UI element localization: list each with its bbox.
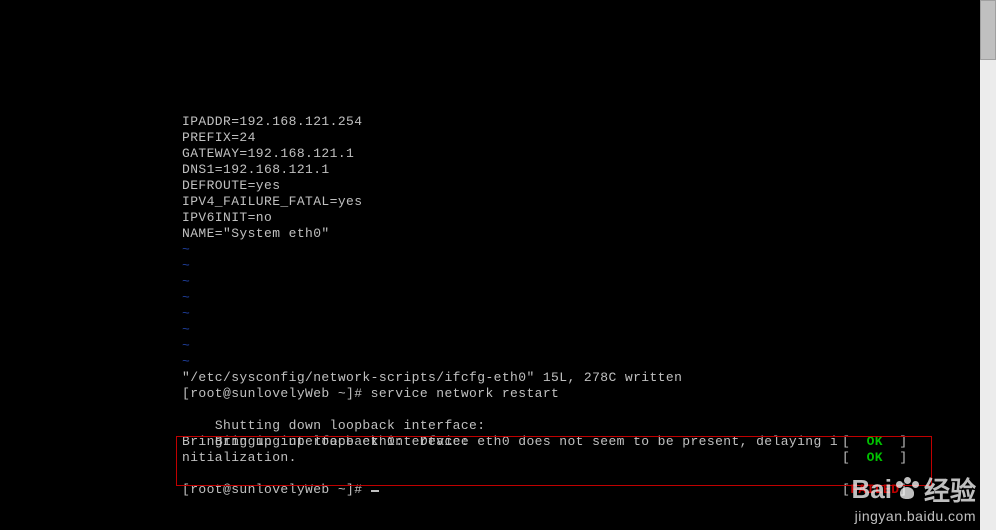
vim-empty-line: ~	[182, 354, 980, 370]
vim-empty-line: ~	[182, 322, 980, 338]
status-ok: [ OK ]	[842, 434, 908, 450]
cfg-ipv6init: IPV6INIT=no	[182, 210, 980, 226]
cfg-name: NAME="System eth0"	[182, 226, 980, 242]
vim-empty-line: ~	[182, 290, 980, 306]
vim-empty-line: ~	[182, 338, 980, 354]
vim-write-status: "/etc/sysconfig/network-scripts/ifcfg-et…	[182, 370, 980, 386]
svc-msg: Bringing up loopback interface:	[215, 434, 469, 449]
svc-line-up-lo: Bringing up loopback interface: [ OK ]	[182, 418, 980, 434]
cfg-prefix: PREFIX=24	[182, 130, 980, 146]
cfg-ipaddr: IPADDR=192.168.121.254	[182, 114, 980, 130]
status-ok: [ OK ]	[842, 450, 908, 466]
vim-empty-line: ~	[182, 242, 980, 258]
cfg-defroute: DEFROUTE=yes	[182, 178, 980, 194]
svc-line-failed: [FAILED]	[182, 466, 980, 482]
vim-empty-line: ~	[182, 306, 980, 322]
shell-command: [root@sunlovelyWeb ~]# service network r…	[182, 386, 980, 402]
vim-empty-line: ~	[182, 258, 980, 274]
svc-line-shutdown-lo: Shutting down loopback interface: [ OK ]	[182, 402, 980, 418]
scrollbar-thumb[interactable]	[980, 0, 996, 60]
scrollbar-track[interactable]	[980, 0, 996, 530]
cursor-icon	[371, 490, 379, 492]
cfg-ipv4ff: IPV4_FAILURE_FATAL=yes	[182, 194, 980, 210]
cfg-gateway: GATEWAY=192.168.121.1	[182, 146, 980, 162]
terminal-window[interactable]: IPADDR=192.168.121.254 PREFIX=24 GATEWAY…	[0, 0, 980, 530]
cfg-dns1: DNS1=192.168.121.1	[182, 162, 980, 178]
vim-empty-line: ~	[182, 274, 980, 290]
status-failed: [FAILED]	[842, 482, 908, 498]
